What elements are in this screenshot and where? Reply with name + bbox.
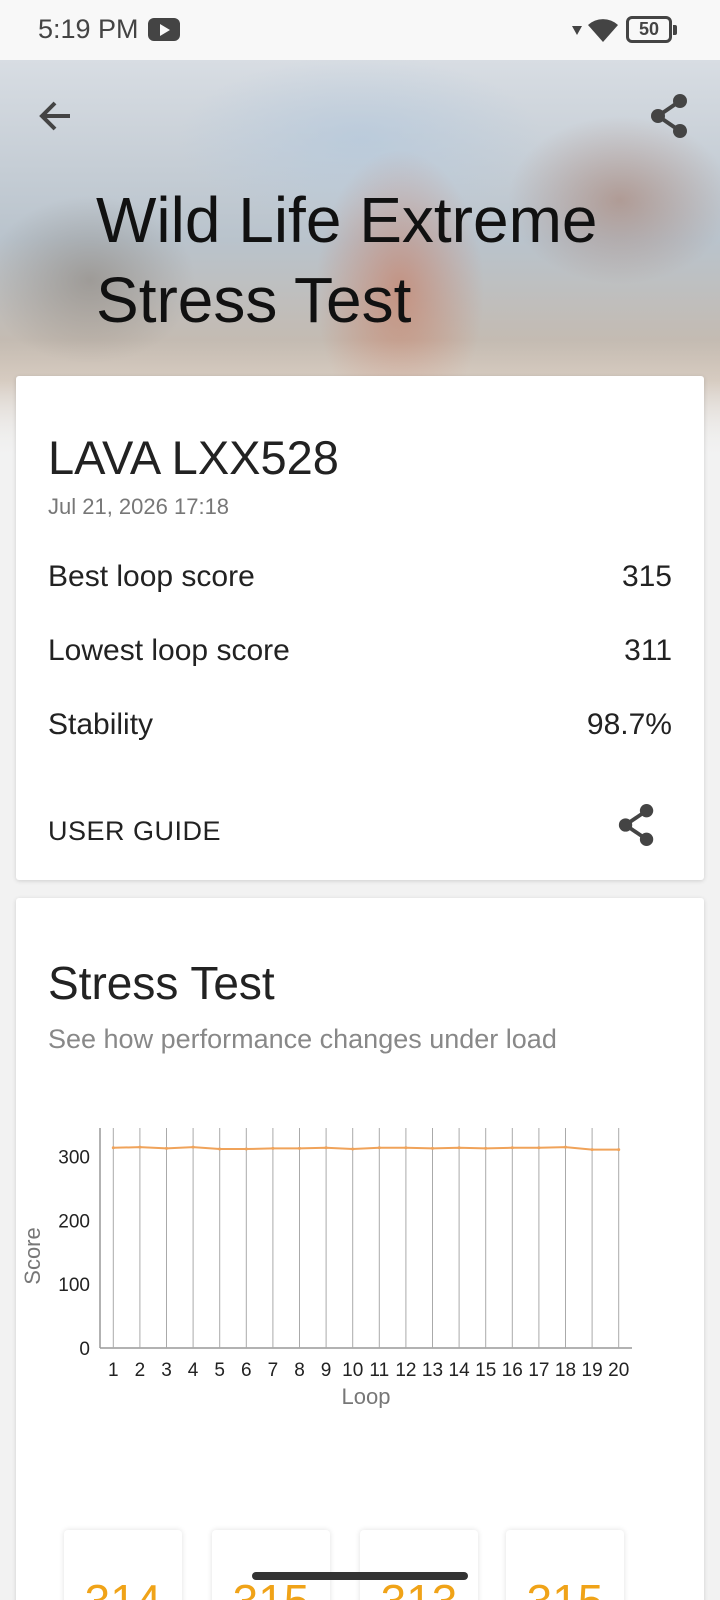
data-point xyxy=(324,1146,328,1150)
x-tick-label: 16 xyxy=(502,1360,523,1381)
lowest-loop-row: Lowest loop score 311 xyxy=(48,634,672,674)
stability-label: Stability xyxy=(48,708,154,741)
data-point xyxy=(138,1145,142,1149)
signal-icon xyxy=(572,26,582,35)
x-tick-label: 4 xyxy=(188,1360,199,1381)
score-line xyxy=(113,1146,619,1151)
stress-test-card: Stress Test See how performance changes … xyxy=(16,898,704,1600)
x-axis-label: Loop xyxy=(342,1384,391,1408)
x-tick-label: 15 xyxy=(475,1360,496,1381)
best-loop-row: Best loop score 315 xyxy=(48,560,672,600)
x-tick-label: 17 xyxy=(528,1360,549,1381)
x-tick-label: 1 xyxy=(108,1360,119,1381)
x-tick-label: 19 xyxy=(582,1360,603,1381)
data-point xyxy=(165,1146,168,1150)
data-point xyxy=(191,1145,195,1149)
stability-value: 98.7% xyxy=(586,708,672,741)
best-loop-label: Best loop score xyxy=(48,560,255,593)
stress-test-title: Stress Test xyxy=(48,957,275,1009)
x-tick-label: 7 xyxy=(268,1360,279,1381)
y-tick-label: 100 xyxy=(58,1275,90,1296)
test-date: Jul 21, 2026 17:18 xyxy=(48,494,230,519)
loop-score-cell: 313 xyxy=(360,1530,478,1600)
data-point xyxy=(298,1146,301,1150)
x-tick-label: 13 xyxy=(422,1360,443,1381)
share-icon[interactable] xyxy=(648,92,692,140)
x-tick-label: 5 xyxy=(214,1360,225,1381)
best-loop-value: 315 xyxy=(621,560,672,593)
data-point xyxy=(244,1147,248,1151)
stress-test-subtitle: See how performance changes under load xyxy=(48,1024,557,1054)
battery-icon: 50 xyxy=(626,16,677,43)
y-tick-label: 200 xyxy=(58,1211,90,1232)
x-tick-label: 11 xyxy=(369,1360,389,1381)
result-summary-card: LAVA LXX528 Jul 21, 2026 17:18 Best loop… xyxy=(16,376,704,880)
stability-row: Stability 98.7% xyxy=(48,708,672,748)
status-bar: 5:19 PM 50 xyxy=(0,0,720,60)
lowest-loop-value: 311 xyxy=(624,634,672,667)
data-point xyxy=(457,1146,461,1150)
share-icon[interactable] xyxy=(616,802,658,848)
x-tick-label: 18 xyxy=(555,1360,576,1381)
data-point xyxy=(510,1146,514,1150)
x-tick-label: 12 xyxy=(395,1360,416,1381)
x-tick-label: 20 xyxy=(608,1360,629,1381)
youtube-icon xyxy=(148,18,180,41)
back-arrow-icon[interactable] xyxy=(34,94,78,138)
data-point xyxy=(351,1147,355,1151)
user-guide-button[interactable]: USER GUIDE xyxy=(48,816,221,847)
status-time: 5:19 PM xyxy=(38,14,139,44)
page-title: Wild Life Extreme Stress Test xyxy=(96,184,598,336)
data-point xyxy=(590,1148,594,1152)
lowest-loop-label: Lowest loop score xyxy=(48,634,290,667)
wifi-icon xyxy=(588,19,618,42)
home-indicator[interactable] xyxy=(252,1572,468,1580)
y-tick-label: 0 xyxy=(79,1339,90,1360)
x-tick-label: 3 xyxy=(161,1360,172,1381)
data-point xyxy=(564,1145,567,1149)
data-point xyxy=(111,1146,115,1150)
data-point xyxy=(218,1147,222,1151)
x-tick-label: 9 xyxy=(321,1360,332,1381)
data-point xyxy=(377,1146,381,1150)
device-name: LAVA LXX528 xyxy=(48,431,339,484)
x-tick-label: 14 xyxy=(449,1360,471,1381)
x-tick-label: 2 xyxy=(135,1360,146,1381)
stress-test-chart: 1 2 3 4 5 6 7 8 9 10 11 12 13 14 15 16 17 18 19 20010020030… xyxy=(20,1128,632,1408)
loop-score-cell: 315 xyxy=(212,1530,330,1600)
loop-score-cell: 315 xyxy=(506,1530,624,1600)
x-tick-label: 6 xyxy=(241,1360,252,1381)
data-point xyxy=(617,1148,621,1152)
data-point xyxy=(484,1146,488,1150)
data-point xyxy=(537,1146,541,1150)
data-point xyxy=(404,1146,408,1150)
y-axis-label: Score xyxy=(20,1227,45,1284)
data-point xyxy=(431,1146,434,1150)
data-point xyxy=(271,1146,275,1150)
x-tick-label: 8 xyxy=(294,1360,305,1381)
y-tick-label: 300 xyxy=(58,1148,90,1169)
x-tick-label: 10 xyxy=(342,1360,363,1381)
loop-score-cell: 314 xyxy=(64,1530,182,1600)
